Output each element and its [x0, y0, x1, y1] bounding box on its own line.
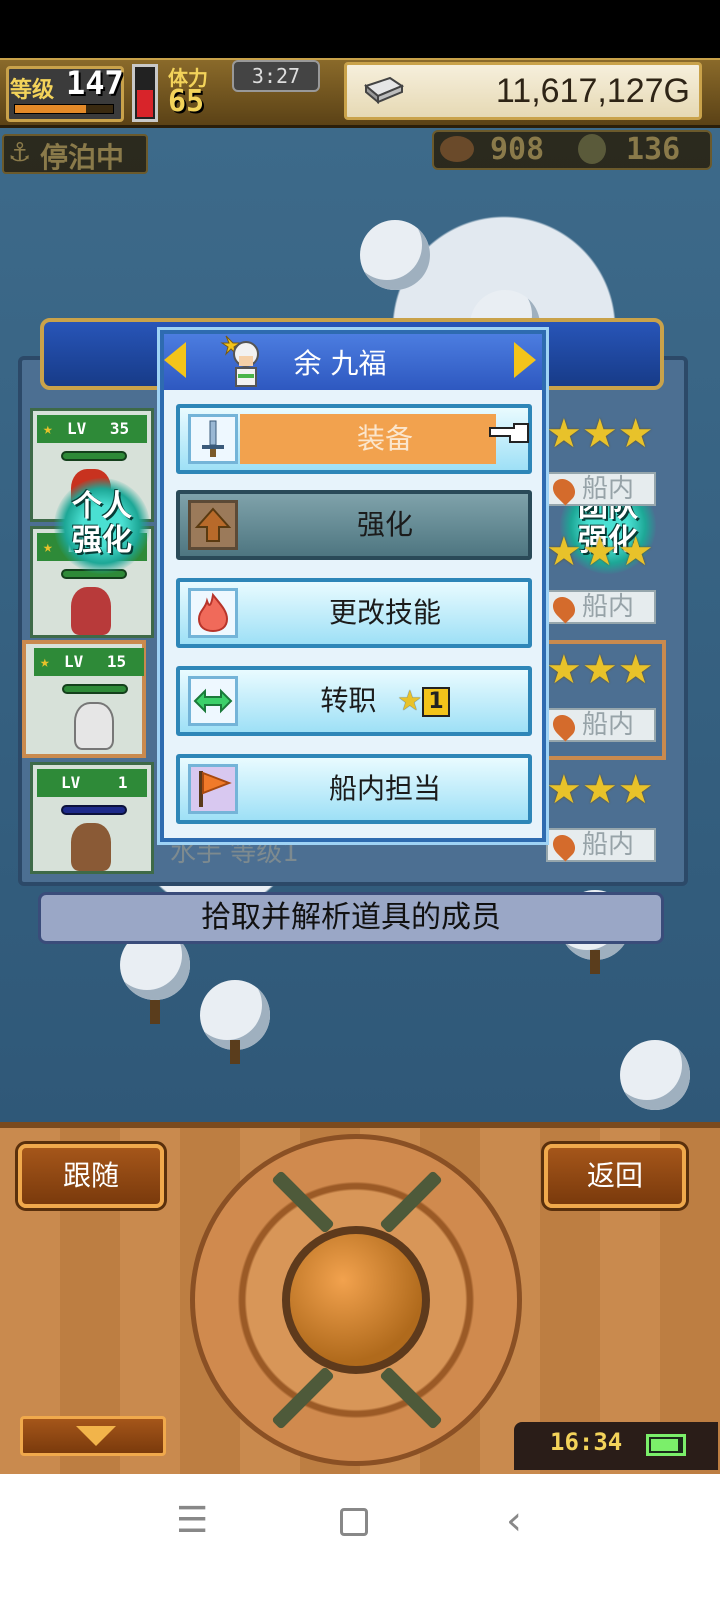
star-icon: ★: [617, 411, 654, 457]
crew-sprite: [71, 823, 111, 871]
crew-rating: ★★★: [546, 414, 654, 454]
system-time: 16:34: [550, 1428, 623, 1456]
crew-level: ★ LV 35: [37, 415, 147, 443]
star-icon: ★: [581, 411, 618, 457]
crew-card[interactable]: LV 1: [30, 762, 154, 874]
next-character-arrow-icon[interactable]: [514, 342, 536, 378]
experience-bar: [14, 104, 114, 114]
medal-icon: [578, 134, 606, 164]
character-avatar: [220, 335, 259, 387]
stamina-value: 65: [168, 84, 205, 119]
map-pin-icon: [548, 592, 580, 624]
star-icon: ★: [617, 529, 654, 575]
star-icon: ★: [617, 647, 654, 693]
level-label: 等级: [10, 78, 55, 103]
job-cost-badge: 1: [422, 687, 450, 717]
location-chip: 船内: [546, 708, 656, 742]
change-job-label: 转职 ★ 1: [240, 670, 530, 732]
ship-role-label: 船内担当: [328, 772, 441, 805]
previous-character-arrow-icon[interactable]: [164, 342, 186, 378]
ship-role-option[interactable]: 船内担当: [176, 754, 532, 824]
star-icon: ★: [617, 767, 654, 813]
star-icon: ★: [581, 529, 618, 575]
crew-hp-bar: [61, 451, 127, 461]
upgrade-arrow-icon: [188, 500, 238, 550]
anchor-icon: ⚓: [8, 138, 32, 168]
location-chip: 船内: [546, 472, 656, 506]
gold-amount: 11,617,127G: [495, 72, 690, 110]
crew-hp-bar: [62, 684, 128, 694]
experience-bar-fill: [15, 105, 86, 113]
crew-card-selected[interactable]: ★ LV 15: [22, 640, 146, 758]
location-chip: 船内: [546, 590, 656, 624]
upgrade-option[interactable]: 强化: [176, 490, 532, 560]
silver-bar-icon: [363, 76, 405, 104]
map-pin-icon: [548, 710, 580, 742]
sword-icon: [188, 414, 238, 464]
star-icon: ★: [546, 529, 582, 575]
tree-trunk: [150, 1000, 160, 1024]
snowy-tree: [620, 1040, 690, 1110]
crew-sprite: [71, 587, 111, 635]
snowy-tree: [360, 220, 430, 290]
location-chip: 船内: [546, 828, 656, 862]
medal-count: 136: [626, 132, 681, 167]
star-icon: ★: [546, 411, 582, 457]
stamina-gauge-fill: [137, 89, 153, 117]
action-button[interactable]: [282, 1226, 430, 1374]
character-name: 余 九福: [293, 347, 387, 380]
battery-level: [651, 1439, 679, 1451]
tree-trunk: [230, 1040, 240, 1064]
crew-rating: ★★★: [546, 650, 654, 690]
change-job-option[interactable]: 转职 ★ 1: [176, 666, 532, 736]
crew-rating: ★★★: [546, 532, 654, 572]
upgrade-label: 强化: [356, 508, 413, 541]
crew-rating: ★★★: [546, 770, 654, 810]
role-description: 拾取并解析道具的成员: [38, 892, 664, 944]
crew-level: ★ LV 15: [34, 648, 144, 676]
crew-hp-bar: [61, 805, 127, 815]
map-pin-icon: [548, 474, 580, 506]
crew-sprite: [74, 702, 114, 750]
battery-icon: [646, 1434, 686, 1456]
chevron-down-icon: [76, 1426, 116, 1446]
crew-level: LV 1: [37, 769, 147, 797]
back-button[interactable]: 返回: [544, 1144, 686, 1208]
follow-button[interactable]: 跟随: [18, 1144, 164, 1208]
pointing-hand-icon: [489, 423, 529, 443]
back-icon[interactable]: ‹: [506, 1498, 522, 1544]
swap-arrows-icon: [188, 676, 238, 726]
map-pin-icon: [548, 830, 580, 862]
tree-trunk: [590, 950, 600, 974]
flame-icon: [188, 588, 238, 638]
star-icon: ★: [581, 647, 618, 693]
star-icon: ★: [581, 767, 618, 813]
flag-icon: [188, 764, 238, 814]
star-icon: ★: [40, 652, 50, 671]
change-skill-option[interactable]: 更改技能: [176, 578, 532, 648]
home-icon[interactable]: [340, 1508, 368, 1536]
star-icon: ★: [546, 647, 582, 693]
star-icon: ★: [43, 419, 53, 438]
equip-option[interactable]: 装备: [176, 404, 532, 474]
star-icon: ★: [397, 684, 423, 717]
equip-label: 装备: [356, 422, 413, 455]
food-icon: [440, 136, 474, 162]
star-icon: ★: [43, 537, 53, 556]
stamina-gauge: [132, 64, 158, 122]
level-value: 147: [66, 64, 124, 102]
personal-boost-badge[interactable]: 个人 强化: [54, 478, 150, 574]
food-count: 908: [490, 132, 545, 167]
star-icon: ★: [546, 767, 582, 813]
anchor-status-label: 停泊中: [40, 141, 125, 174]
change-skill-label: 更改技能: [328, 596, 441, 629]
android-navigation-bar: [0, 1474, 720, 1600]
timer-display: 3:27: [232, 60, 320, 92]
menu-icon[interactable]: ☰: [176, 1500, 208, 1541]
